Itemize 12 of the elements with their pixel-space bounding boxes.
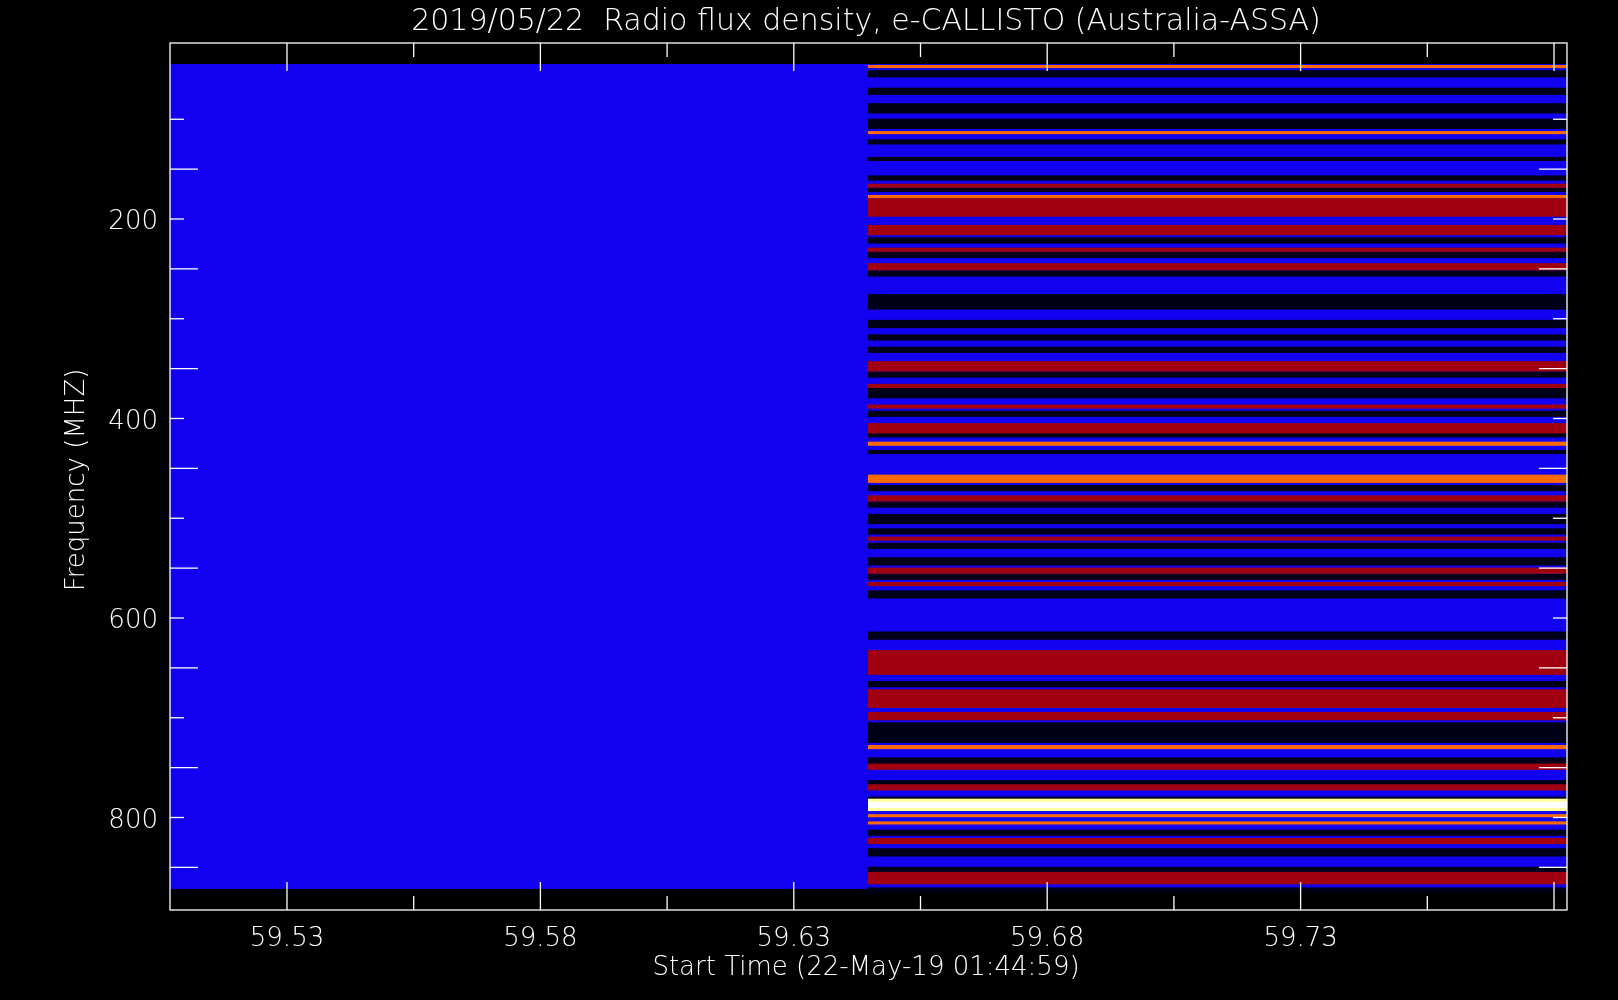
y-tick-label: 200 <box>108 205 158 235</box>
x-tick-label: 59.73 <box>1263 922 1338 952</box>
y-tick-label: 800 <box>108 803 158 834</box>
x-tick-label: 59.58 <box>503 922 578 952</box>
chart-title: 2019/05/22 Radio flux density, e-CALLISTO (Australia-ASSA) <box>411 2 1321 37</box>
y-tick-label: 600 <box>108 604 158 634</box>
x-tick-label: 59.53 <box>249 922 325 952</box>
y-tick-label: 400 <box>108 404 158 435</box>
y-axis-label: Frequency (MHZ) <box>60 368 90 592</box>
x-tick-label: 59.63 <box>756 922 831 952</box>
x-tick-label: 59.68 <box>1010 922 1085 952</box>
x-axis-label: Start Time (22-May-19 01:44:59) <box>652 951 1080 981</box>
